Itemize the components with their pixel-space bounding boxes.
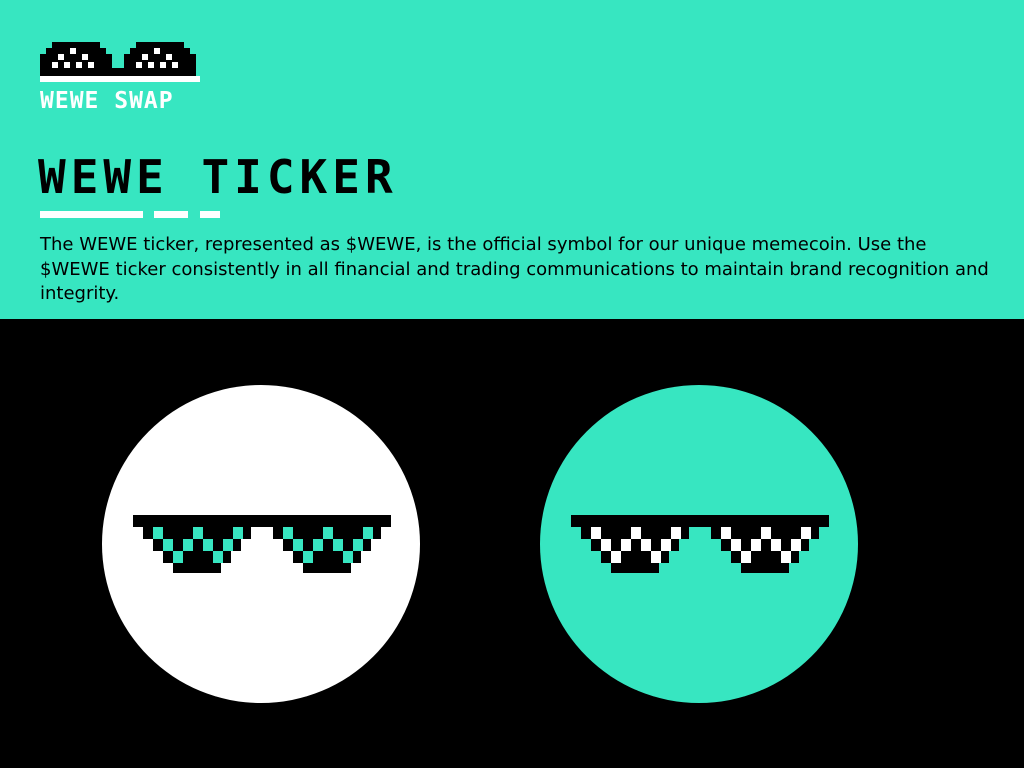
logo-variant-white: [102, 385, 420, 703]
title-underline-mid: [154, 211, 188, 218]
pixel-sunglasses-icon: [133, 515, 391, 573]
page-title: WEWE TICKER: [38, 150, 398, 204]
logo-variant-teal: [540, 385, 858, 703]
title-underline-long: [40, 211, 143, 218]
section-description: The WEWE ticker, represented as $WEWE, i…: [40, 234, 989, 304]
pixel-sunglasses-icon: [571, 515, 829, 573]
logo-sunglasses-icon: [40, 42, 200, 82]
brand-name: WEWE SWAP: [40, 88, 174, 114]
header-panel: WEWE SWAP WEWE TICKER The WEWE ticker, r…: [0, 0, 1024, 319]
title-underline-short: [200, 211, 220, 218]
